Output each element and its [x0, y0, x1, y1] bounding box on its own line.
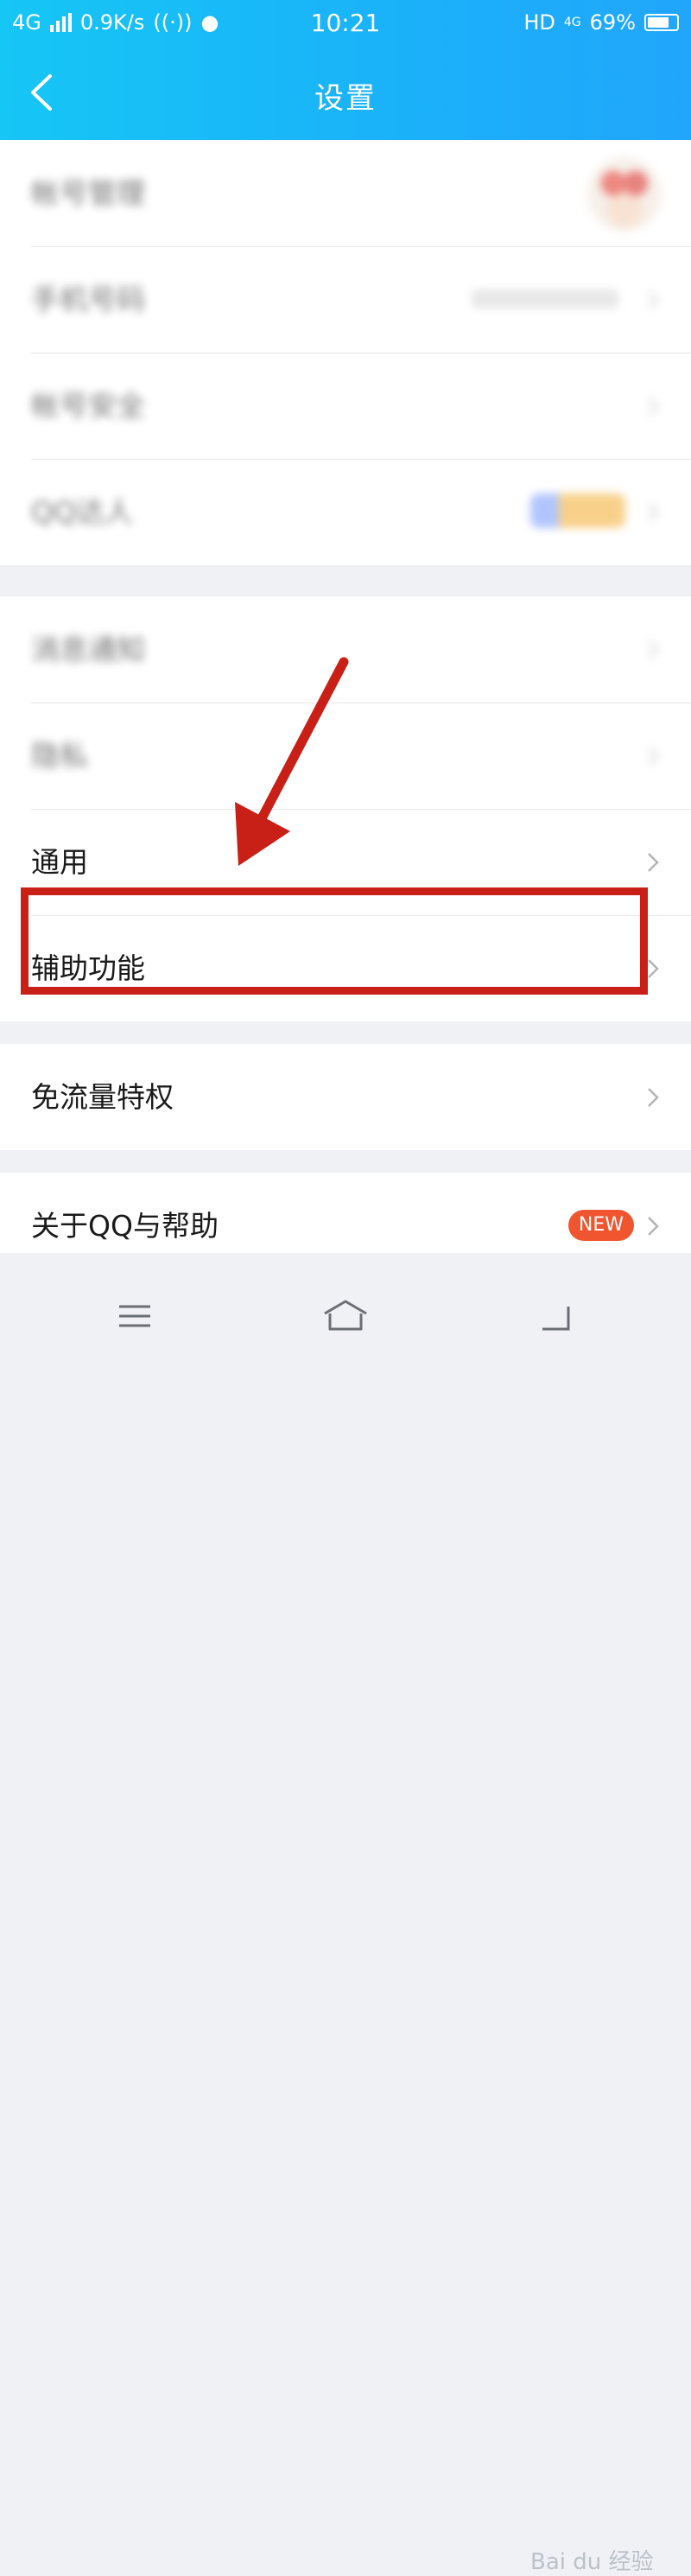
home-icon[interactable] [320, 1294, 371, 1338]
setting-label: 帐号安全 [31, 389, 145, 423]
watermark: Bai du 经验 [530, 2549, 654, 2575]
vip-badge-icon [530, 493, 625, 528]
setting-privacy[interactable]: 隐私 [0, 703, 691, 809]
chevron-right-icon [648, 290, 659, 309]
settings-group-account: 帐号管理 手机号码 帐号安全 QQ达人 [0, 140, 691, 565]
setting-qq-expert[interactable]: QQ达人 [0, 459, 691, 565]
setting-label: 帐号管理 [31, 176, 145, 210]
highlight-box [21, 887, 648, 995]
section-gap [0, 565, 691, 596]
battery-percent: 69% [589, 10, 636, 35]
setting-free-data[interactable]: 免流量特权 [0, 1044, 691, 1150]
battery-icon [644, 14, 679, 31]
setting-label: 手机号码 [31, 283, 145, 316]
chevron-right-icon [648, 959, 659, 978]
setting-label: 消息通知 [31, 633, 145, 666]
hd-label: HD [523, 10, 555, 35]
chevron-right-icon [648, 1217, 659, 1236]
setting-phone-number[interactable]: 手机号码 [0, 246, 691, 353]
system-nav-bar: Bai du 经验 [0, 1253, 691, 2575]
settings-group-data: 免流量特权 [0, 1044, 691, 1150]
chevron-right-icon [648, 747, 659, 766]
chevron-right-icon [648, 503, 659, 522]
page-title: 设置 [314, 81, 377, 116]
phone-value [472, 289, 618, 308]
chevron-right-icon [648, 397, 659, 416]
section-gap [0, 1021, 691, 1044]
setting-label: 隐私 [31, 739, 88, 773]
status-bar: 4G 0.9K/s ((·)) ● 10:21 HD 4G 69% [0, 0, 691, 48]
back-nav-icon[interactable] [530, 1294, 582, 1338]
setting-label: QQ达人 [31, 495, 133, 529]
setting-notifications[interactable]: 消息通知 [0, 596, 691, 703]
menu-icon[interactable] [109, 1294, 161, 1338]
setting-account-management[interactable]: 帐号管理 [0, 140, 691, 246]
settings-list: 帐号管理 手机号码 帐号安全 QQ达人 消息通知 隐私 通用 辅助功能 免流量特… [0, 140, 691, 1279]
chevron-right-icon [648, 853, 659, 872]
setting-account-security[interactable]: 帐号安全 [0, 353, 691, 459]
chevron-right-icon [648, 1088, 659, 1107]
chevron-right-icon [648, 640, 659, 659]
new-badge: NEW [567, 1210, 634, 1241]
header-bar: 4G 0.9K/s ((·)) ● 10:21 HD 4G 69% 设置 [0, 0, 691, 140]
section-gap [0, 1150, 691, 1173]
avatar [587, 157, 662, 232]
setting-label: 免流量特权 [31, 1080, 174, 1114]
sub-network-label: 4G [563, 16, 581, 29]
